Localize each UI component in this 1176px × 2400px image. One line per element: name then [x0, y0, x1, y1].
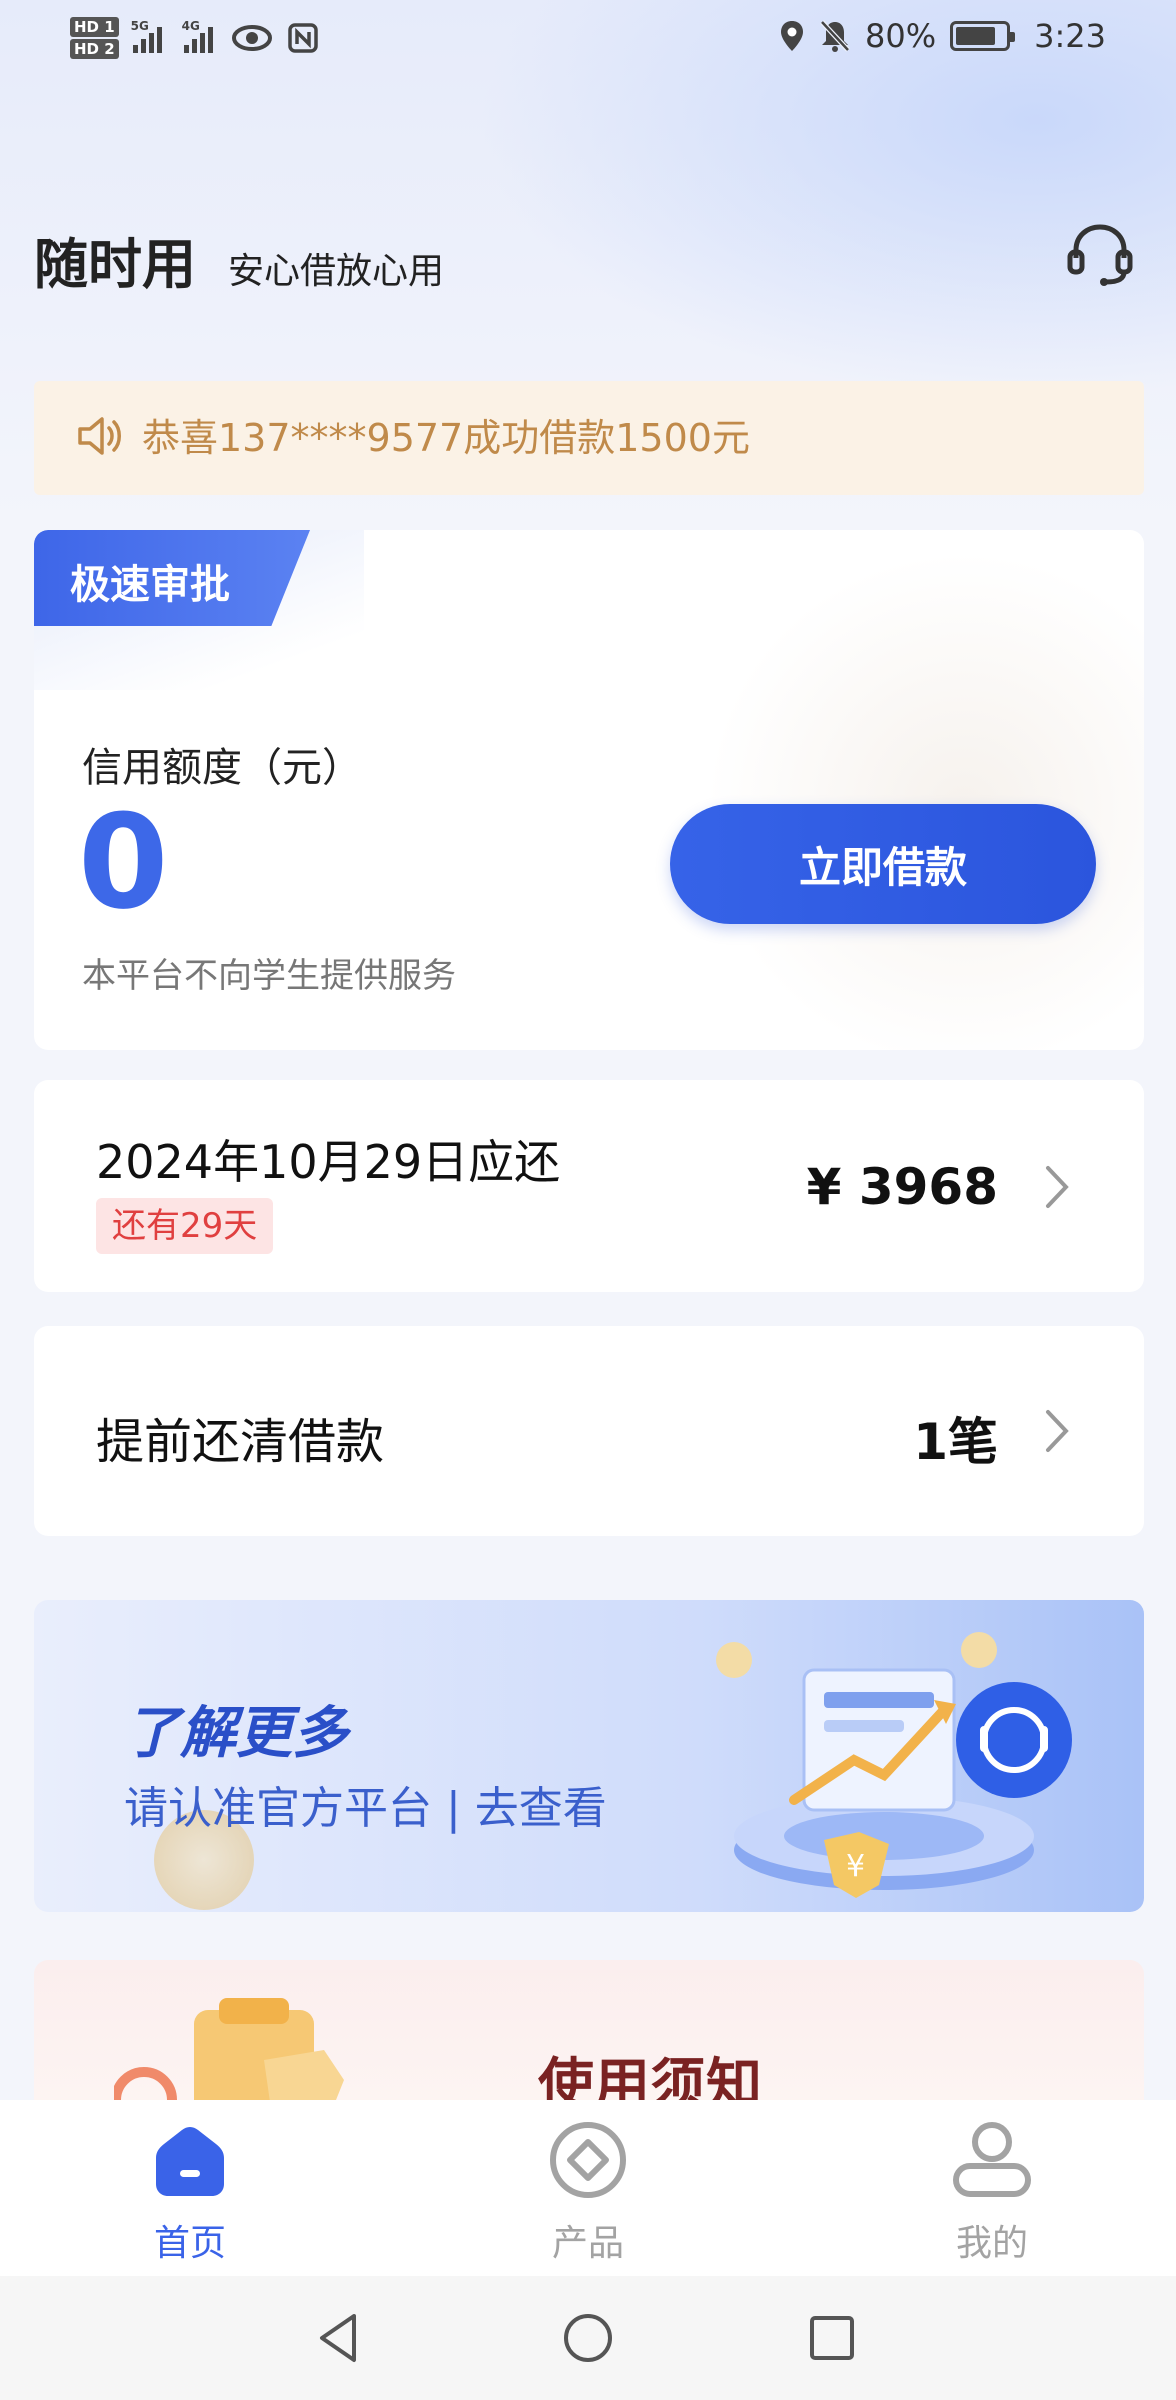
- loan-notice-banner: 恭喜137****9577成功借款1500元: [34, 381, 1144, 495]
- status-bar: HD 1 HD 2 5G 4G 80% 3:23: [0, 0, 1176, 72]
- repayment-row[interactable]: 2024年10月29日应还 还有29天 ¥ 3968: [34, 1080, 1144, 1292]
- home-icon: [156, 2127, 224, 2196]
- bottom-tab-bar: 首页 产品 我的: [0, 2100, 1176, 2276]
- repayment-amount: ¥ 3968: [806, 1158, 998, 1216]
- system-nav-bar: [0, 2276, 1176, 2400]
- nfc-icon: [287, 23, 318, 53]
- repayment-due-date: 2024年10月29日应还: [96, 1135, 561, 1189]
- profile-icon: [953, 2122, 1031, 2197]
- back-icon[interactable]: [310, 2308, 370, 2368]
- tab-label: 我的: [955, 2223, 1028, 2264]
- banner-title: 了解更多: [124, 1701, 348, 1766]
- tab-label: 产品: [551, 2223, 624, 2264]
- prepay-title: 提前还清借款: [96, 1414, 385, 1470]
- hd-indicators: HD 1 HD 2: [70, 17, 119, 59]
- signal-gen-label: 4G: [181, 19, 200, 33]
- hd-2-badge: HD 2: [70, 39, 119, 59]
- days-remaining-tag: 还有29天: [96, 1198, 274, 1254]
- eye-icon: [231, 25, 272, 51]
- banner-subtitle: 请认准官方平台 | 去查看: [124, 1783, 607, 1834]
- mute-bell-icon: [820, 20, 850, 52]
- tab-products[interactable]: 产品: [488, 2118, 688, 2268]
- student-disclaimer: 本平台不向学生提供服务: [82, 956, 456, 996]
- signal-5g-icon: 5G: [131, 19, 162, 53]
- battery-icon: [950, 21, 1016, 51]
- credit-limit-value: 0: [78, 786, 169, 938]
- usage-notice-card[interactable]: 使用须知: [34, 1960, 1144, 2100]
- svg-text:¥: ¥: [846, 1849, 865, 1884]
- tab-home[interactable]: 首页: [90, 2118, 290, 2268]
- status-left: HD 1 HD 2 5G 4G: [70, 10, 319, 66]
- hd-1-badge: HD 1: [70, 17, 119, 37]
- speaker-icon: [78, 417, 121, 455]
- prepay-row[interactable]: 提前还清借款 1笔: [34, 1326, 1144, 1536]
- app-title: 随时用: [34, 233, 196, 296]
- clipboard-illustration: [114, 1998, 344, 2100]
- app-slogan: 安心借放心用: [228, 251, 445, 292]
- fast-approval-badge: 极速审批: [34, 530, 310, 626]
- notice-text: 恭喜137****9577成功借款1500元: [142, 416, 750, 460]
- fast-approval-label: 极速审批: [70, 562, 230, 608]
- home-nav-icon[interactable]: [558, 2308, 618, 2368]
- battery-percent: 80%: [865, 17, 937, 55]
- status-right: 80% 3:23: [779, 12, 1106, 60]
- usage-notice-title: 使用须知: [538, 2053, 762, 2100]
- recents-icon[interactable]: [802, 2308, 862, 2368]
- battery-fill: [956, 27, 995, 45]
- location-icon: [781, 21, 804, 51]
- learn-more-banner[interactable]: 了解更多 请认准官方平台 | 去查看 ¥: [34, 1600, 1144, 1912]
- tab-label: 首页: [153, 2223, 226, 2264]
- chevron-right-icon: [1046, 1166, 1069, 1208]
- chevron-right-icon: [1046, 1410, 1069, 1452]
- card-decoration: [704, 550, 1144, 1050]
- borrow-now-button[interactable]: 立即借款: [670, 804, 1096, 924]
- prepay-count: 1笔: [913, 1413, 998, 1471]
- tab-profile[interactable]: 我的: [892, 2118, 1092, 2268]
- clock: 3:23: [1034, 17, 1106, 55]
- credit-limit-label: 信用额度（元）: [82, 745, 362, 791]
- signal-gen-label: 5G: [130, 19, 149, 33]
- signal-4g-icon: 4G: [182, 19, 213, 53]
- product-icon: [550, 2122, 626, 2198]
- credit-card: 极速审批 信用额度（元） 0 本平台不向学生提供服务 立即借款: [34, 530, 1144, 1050]
- banner-illustration: ¥: [716, 1632, 1072, 1898]
- customer-service-icon[interactable]: [1064, 218, 1136, 290]
